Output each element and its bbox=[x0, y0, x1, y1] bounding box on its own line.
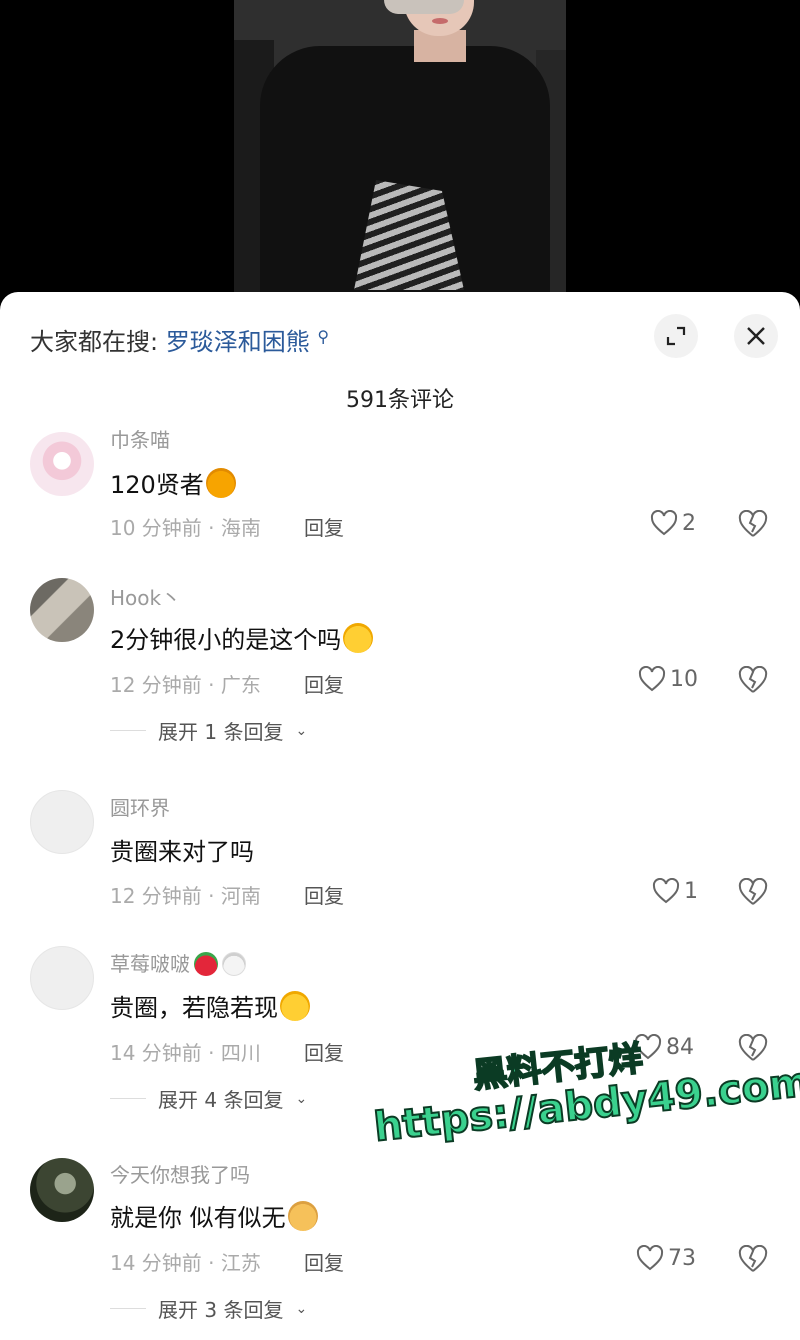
laughing-crying-emoji bbox=[280, 991, 310, 1021]
comment-text-content: 就是你 似有似无 bbox=[110, 1204, 286, 1232]
like-count: 10 bbox=[670, 666, 698, 692]
divider-line bbox=[110, 1308, 146, 1309]
comment-text-content: 贵圈，若隐若现 bbox=[110, 994, 278, 1022]
reply-button[interactable]: 回复 bbox=[304, 1247, 344, 1276]
dislike-button[interactable] bbox=[738, 666, 768, 694]
comment-time: 12 分钟前 · 广东 bbox=[110, 673, 261, 697]
heart-icon bbox=[634, 1034, 662, 1060]
like-count: 2 bbox=[682, 510, 696, 536]
comment-item: 巾条喵 120贤者 10 分钟前 · 海南 回复 2 bbox=[0, 428, 800, 552]
comment-count: 591条评论 bbox=[346, 388, 454, 413]
comment-item: 圆环界 贵圈来对了吗 12 分钟前 · 河南 回复 1 bbox=[0, 790, 800, 910]
person-lips bbox=[432, 18, 448, 24]
yum-emoji bbox=[205, 468, 236, 498]
comment-time: 14 分钟前 · 四川 bbox=[110, 1041, 261, 1065]
chevron-down-icon: ⌄ bbox=[295, 1300, 308, 1317]
reply-button[interactable]: 回复 bbox=[304, 669, 344, 698]
like-count: 84 bbox=[666, 1034, 694, 1060]
chevron-down-icon: ⌄ bbox=[295, 722, 308, 739]
heart-icon bbox=[650, 510, 678, 536]
rabbit-emoji bbox=[222, 952, 246, 976]
search-suggestion-label: 大家都在搜: bbox=[30, 328, 159, 356]
close-button[interactable] bbox=[734, 314, 778, 358]
avatar[interactable] bbox=[30, 432, 94, 496]
comment-time: 14 分钟前 · 江苏 bbox=[110, 1251, 261, 1275]
expand-replies-button[interactable]: 展开 1 条回复 ⌄ bbox=[110, 716, 307, 745]
comment-item: 今天你想我了吗 就是你 似有似无 14 分钟前 · 江苏 回复 73 展开 3 … bbox=[0, 1158, 800, 1322]
comment-text: 贵圈来对了吗 bbox=[110, 832, 254, 867]
comment-item: Hook丶 2分钟很小的是这个吗 12 分钟前 · 广东 回复 10 展开 1 … bbox=[0, 578, 800, 744]
like-button[interactable]: 1 bbox=[652, 878, 698, 904]
reply-button[interactable]: 回复 bbox=[304, 1037, 344, 1066]
broken-heart-icon bbox=[738, 1034, 768, 1061]
video-player[interactable] bbox=[0, 0, 800, 300]
strawberry-emoji bbox=[194, 952, 218, 976]
comment-username[interactable]: Hook丶 bbox=[110, 582, 181, 611]
dislike-button[interactable] bbox=[738, 1245, 768, 1273]
reply-button[interactable]: 回复 bbox=[304, 512, 344, 541]
thinking-emoji bbox=[343, 623, 374, 653]
avatar[interactable] bbox=[30, 1158, 94, 1222]
like-count: 1 bbox=[684, 878, 698, 904]
dog-face-emoji bbox=[287, 1201, 318, 1231]
chevron-down-icon: ⌄ bbox=[295, 1090, 308, 1107]
like-button[interactable]: 10 bbox=[638, 666, 698, 692]
dislike-button[interactable] bbox=[738, 1034, 768, 1062]
comment-username[interactable]: 巾条喵 bbox=[110, 424, 170, 453]
broken-heart-icon bbox=[738, 878, 768, 905]
like-button[interactable]: 84 bbox=[634, 1034, 694, 1060]
avatar[interactable] bbox=[30, 946, 94, 1010]
comment-time: 12 分钟前 · 河南 bbox=[110, 884, 261, 908]
expand-replies-label: 展开 4 条回复 bbox=[158, 1088, 284, 1112]
avatar[interactable] bbox=[30, 790, 94, 854]
reply-button[interactable]: 回复 bbox=[304, 880, 344, 909]
like-button[interactable]: 73 bbox=[636, 1245, 696, 1271]
comment-text-content: 贵圈来对了吗 bbox=[110, 838, 254, 866]
close-icon bbox=[747, 327, 765, 345]
comment-text: 2分钟很小的是这个吗 bbox=[110, 620, 374, 655]
comment-sheet: 大家都在搜: 罗琰泽和困熊 ⚲ 591条评论 巾条喵 120贤者 10 分钟前 … bbox=[0, 292, 800, 1340]
search-icon: ⚲ bbox=[317, 327, 330, 346]
heart-icon bbox=[638, 666, 666, 692]
broken-heart-icon bbox=[738, 1245, 768, 1272]
video-frame bbox=[234, 0, 566, 300]
comment-text-content: 120贤者 bbox=[110, 471, 204, 499]
comment-text: 120贤者 bbox=[110, 465, 236, 500]
heart-icon bbox=[652, 878, 680, 904]
dislike-button[interactable] bbox=[738, 878, 768, 906]
dislike-button[interactable] bbox=[738, 510, 768, 538]
comment-username-text: 草莓啵啵 bbox=[110, 952, 190, 976]
like-button[interactable]: 2 bbox=[650, 510, 696, 536]
like-count: 73 bbox=[668, 1245, 696, 1271]
avatar[interactable] bbox=[30, 578, 94, 642]
broken-heart-icon bbox=[738, 510, 768, 537]
divider-line bbox=[110, 1098, 146, 1099]
comment-username[interactable]: 今天你想我了吗 bbox=[110, 1159, 250, 1188]
comment-text: 贵圈，若隐若现 bbox=[110, 988, 310, 1023]
expand-button[interactable] bbox=[654, 314, 698, 358]
expand-replies-button[interactable]: 展开 4 条回复 ⌄ bbox=[110, 1084, 307, 1113]
comment-username[interactable]: 圆环界 bbox=[110, 792, 170, 821]
search-suggestion[interactable]: 大家都在搜: 罗琰泽和困熊 ⚲ bbox=[30, 322, 329, 357]
broken-heart-icon bbox=[738, 666, 768, 693]
comment-time: 10 分钟前 · 海南 bbox=[110, 516, 261, 540]
comment-item: 草莓啵啵 贵圈，若隐若现 14 分钟前 · 四川 回复 84 展开 4 条回复 … bbox=[0, 946, 800, 1112]
person-hair bbox=[384, 0, 464, 14]
divider-line bbox=[110, 730, 146, 731]
expand-replies-button[interactable]: 展开 3 条回复 ⌄ bbox=[110, 1294, 307, 1323]
heart-icon bbox=[636, 1245, 664, 1271]
search-suggestion-term[interactable]: 罗琰泽和困熊 bbox=[166, 328, 310, 356]
expand-replies-label: 展开 1 条回复 bbox=[158, 720, 284, 744]
expand-replies-label: 展开 3 条回复 bbox=[158, 1298, 284, 1322]
expand-icon bbox=[666, 326, 686, 346]
comment-text-content: 2分钟很小的是这个吗 bbox=[110, 626, 342, 654]
comment-text: 就是你 似有似无 bbox=[110, 1198, 318, 1233]
comment-username[interactable]: 草莓啵啵 bbox=[110, 948, 246, 977]
